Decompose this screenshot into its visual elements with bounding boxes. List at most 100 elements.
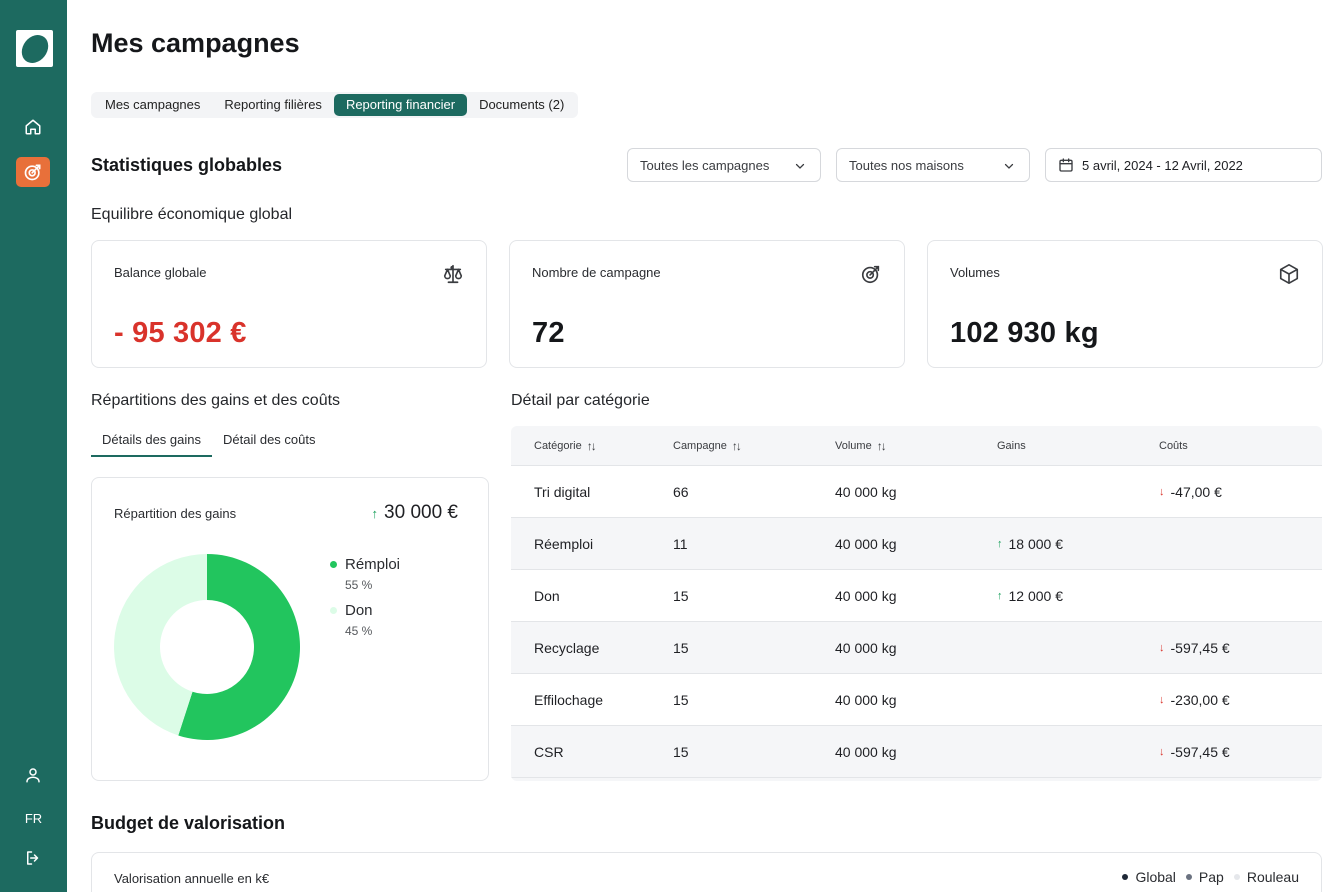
budget-legend: Global Pap Rouleau	[1112, 869, 1299, 885]
nav-home[interactable]	[16, 112, 50, 142]
repartition-subtabs: Détails des gains Détail des coûts	[91, 430, 327, 457]
house-filter-value: Toutes nos maisons	[849, 157, 964, 173]
cell-couts-value: -230,00 €	[1170, 691, 1230, 708]
tab-reporting-financier[interactable]: Reporting financier	[333, 94, 468, 116]
kpi-value: 102 930 kg	[950, 317, 1099, 349]
col-gains: Gains	[997, 440, 1159, 452]
tab-reporting-filieres[interactable]: Reporting filières	[212, 94, 334, 116]
stats-title: Statistiques globables	[91, 155, 283, 175]
cell-gains-value: 12 000 €	[1008, 587, 1064, 604]
table-row[interactable]: Réemploi 11 40 000 kg ↑ 18 000 €	[511, 518, 1322, 570]
legend-dot	[1233, 874, 1240, 880]
table-row[interactable]: Effilochage 15 40 000 kg ↓ -230,00 €	[511, 674, 1322, 726]
col-volume[interactable]: Volume ↑↓	[835, 439, 997, 453]
campaign-filter-select[interactable]: Toutes les campagnes	[627, 148, 821, 182]
arrow-up-icon: ↑	[371, 505, 379, 521]
cell-categorie: Tri digital	[534, 483, 591, 500]
legend-dot	[1185, 874, 1192, 880]
cell-volume: 40 000 kg	[835, 587, 897, 604]
legend-item-remploi: Rémploi	[330, 556, 400, 573]
cube-icon	[1279, 264, 1299, 284]
nav-campaigns[interactable]	[16, 157, 50, 187]
legend-label: Rouleau	[1246, 869, 1299, 885]
cell-categorie: CSR	[534, 743, 564, 760]
arrow-down-icon: ↓	[1159, 745, 1165, 758]
arrow-up-icon: ↑	[997, 589, 1003, 602]
legend-dot	[1122, 874, 1129, 880]
nav-logout[interactable]	[16, 843, 50, 873]
legend-item-pap: Pap	[1185, 869, 1224, 885]
chevron-down-icon	[1004, 163, 1014, 169]
legend-dot	[330, 561, 337, 568]
chart-title: Répartition des gains	[114, 506, 237, 521]
cell-campagne: 15	[673, 691, 689, 708]
cell-gains: ↑ 18 000 €	[997, 536, 1159, 552]
cell-couts-value: -47,00 €	[1170, 483, 1222, 500]
date-range-value: 5 avril, 2024 - 12 Avril, 2022	[1082, 157, 1243, 173]
main-content: Mes campagnes Mes campagnes Reporting fi…	[91, 0, 1323, 892]
chart-legend: Rémploi 55 % Don 45 %	[330, 556, 400, 648]
table-row[interactable]: CSR 15 40 000 kg ↓ -597,45 €	[511, 726, 1322, 778]
scale-icon	[443, 264, 463, 284]
subtab-gains[interactable]: Détails des gains	[91, 430, 212, 457]
cell-couts: ↓ -597,45 €	[1159, 640, 1322, 656]
table-header: Catégorie ↑↓ Campagne ↑↓ Volume ↑↓ Gains Co…	[511, 426, 1322, 466]
kpi-card-balance: Balance globale - 95 302 €	[91, 240, 487, 368]
language-switch[interactable]: FR	[0, 811, 67, 826]
legend-percent: 55 %	[345, 578, 373, 592]
table-row[interactable]: Tri digital 66 40 000 kg ↓ -47,00 €	[511, 466, 1322, 518]
page-title: Mes campagnes	[91, 28, 300, 58]
legend-label: Rémploi	[345, 556, 401, 573]
kpi-card-campaigns: Nombre de campagne 72	[509, 240, 905, 368]
cell-volume: 40 000 kg	[835, 483, 897, 500]
equilibre-title: Equilibre économique global	[91, 206, 293, 223]
cell-volume: 40 000 kg	[835, 743, 897, 760]
col-label: Coûts	[1159, 439, 1188, 452]
repartition-title: Répartitions des gains et des coûts	[91, 392, 341, 409]
cell-categorie: Recyclage	[534, 639, 600, 656]
cell-campagne: 15	[673, 743, 689, 760]
arrow-down-icon: ↓	[1159, 485, 1165, 498]
sort-icon: ↑↓	[876, 438, 887, 453]
tab-mes-campagnes[interactable]: Mes campagnes	[93, 94, 212, 116]
cell-gains: ↑ 12 000 €	[997, 588, 1159, 604]
col-label: Gains	[997, 439, 1026, 452]
cell-couts: ↓ -597,45 €	[1159, 744, 1322, 760]
col-label: Campagne	[673, 439, 727, 452]
donut-chart	[113, 554, 300, 740]
cell-campagne: 15	[673, 639, 689, 656]
cell-couts: ↓ -230,00 €	[1159, 692, 1322, 708]
cell-volume: 40 000 kg	[835, 691, 897, 708]
house-filter-select[interactable]: Toutes nos maisons	[836, 148, 1030, 182]
legend-item-don: Don	[330, 602, 400, 619]
sort-icon: ↑↓	[586, 438, 597, 453]
sidebar: FR	[0, 0, 67, 892]
table-row[interactable]: Don 15 40 000 kg ↑ 12 000 €	[511, 570, 1322, 622]
cell-gains-value: 18 000 €	[1008, 535, 1064, 552]
chevron-down-icon	[795, 163, 805, 169]
app-logo[interactable]	[15, 29, 54, 68]
cell-categorie: Effilochage	[534, 691, 604, 708]
cell-campagne: 66	[673, 483, 689, 500]
col-campagne[interactable]: Campagne ↑↓	[673, 439, 835, 453]
user-icon	[26, 768, 40, 783]
tab-bar: Mes campagnes Reporting filières Reporti…	[91, 92, 579, 118]
tab-documents[interactable]: Documents (2)	[467, 94, 576, 116]
date-range-picker[interactable]: 5 avril, 2024 - 12 Avril, 2022	[1045, 148, 1322, 182]
subtab-couts[interactable]: Détail des coûts	[212, 430, 327, 457]
table-row[interactable]: Recyclage 15 40 000 kg ↓ -597,45 €	[511, 622, 1322, 674]
kpi-card-volumes: Volumes 102 930 kg	[927, 240, 1323, 368]
logout-icon	[27, 851, 39, 865]
leaf-logo-icon	[15, 29, 54, 68]
gains-total-value: 30 000 €	[384, 502, 458, 523]
arrow-down-icon: ↓	[1159, 641, 1165, 654]
home-icon	[25, 119, 41, 135]
cell-couts-value: -597,45 €	[1170, 639, 1230, 656]
gains-chart-card: Répartition des gains ↑ 30 000 € Rémploi…	[91, 477, 489, 781]
cell-couts-value: -597,45 €	[1170, 743, 1230, 760]
kpi-label: Balance globale	[114, 265, 207, 280]
cell-campagne: 15	[673, 587, 689, 604]
nav-profile[interactable]	[16, 760, 50, 790]
col-categorie[interactable]: Catégorie ↑↓	[511, 439, 673, 453]
detail-title: Détail par catégorie	[511, 392, 650, 409]
